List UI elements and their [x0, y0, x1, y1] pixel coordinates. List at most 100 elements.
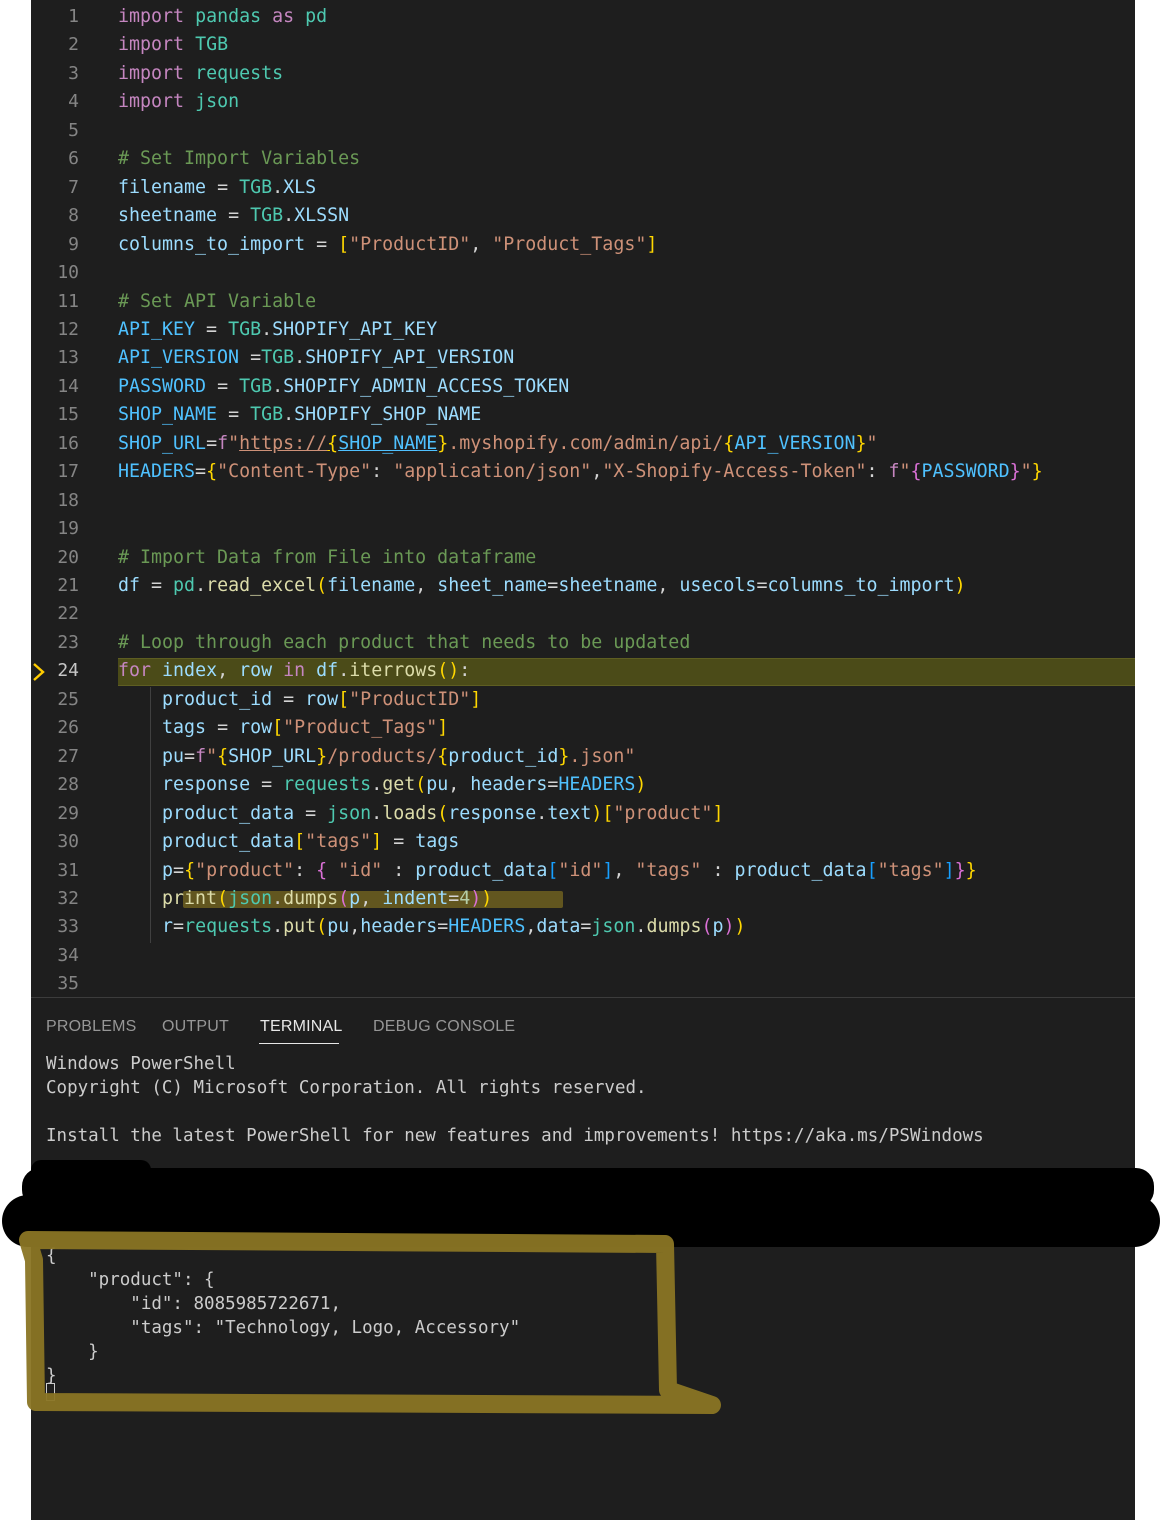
- code-token: product_data: [734, 859, 867, 881]
- code-token: }: [316, 745, 328, 767]
- code-token: sheetname: [118, 205, 218, 227]
- code-token: =: [756, 575, 768, 596]
- code-token: SHOP_URL: [228, 745, 317, 767]
- tab-problems[interactable]: PROBLEMS: [46, 1018, 137, 1036]
- code-token: ]: [602, 859, 614, 881]
- line-number: 35: [57, 973, 79, 995]
- code-token: ): [635, 774, 647, 796]
- code-text: sheetname = TGB.XLSSN: [118, 202, 349, 230]
- code-token: dumps: [646, 916, 702, 938]
- code-token: response: [162, 774, 251, 796]
- code-token: p: [712, 916, 724, 938]
- code-text: import json: [118, 88, 239, 116]
- code-token: (: [701, 916, 713, 938]
- code-token: [: [294, 831, 306, 853]
- code-token: {: [327, 432, 339, 454]
- code-token: (: [415, 774, 427, 796]
- code-line: 27 pu=f"{SHOP_URL}/products/{product_id}…: [31, 743, 1135, 771]
- code-token: =: [195, 461, 207, 483]
- code-text: pu=f"{SHOP_URL}/products/{product_id}.js…: [118, 743, 635, 771]
- code-line: 23 # Loop through each product that needs…: [31, 629, 1135, 657]
- code-token: API_VERSION: [734, 432, 856, 454]
- code-token: "id": [338, 859, 383, 881]
- code-text: product_data["tags"] = tags: [118, 828, 459, 856]
- code-token: TGB: [239, 375, 273, 397]
- code-token: }: [855, 432, 867, 454]
- code-token: =: [294, 802, 328, 824]
- code-text: # Import Data from File into dataframe: [118, 544, 536, 572]
- code-token: =: [206, 432, 218, 454]
- code-token: usecols: [679, 575, 757, 596]
- code-token: ": [1020, 461, 1032, 483]
- code-line: 24 for index, row in df.iterrows():: [31, 657, 1135, 685]
- code-token: pu: [327, 916, 350, 938]
- code-text: p={"product": { "id" : product_data["id"…: [118, 857, 977, 885]
- tab-output[interactable]: OUTPUT: [162, 1018, 229, 1036]
- code-token: /products/: [327, 745, 438, 767]
- code-token: [: [547, 859, 559, 881]
- code-token: :: [459, 660, 471, 682]
- code-text: # Loop through each product that needs t…: [118, 629, 690, 657]
- code-token: for: [118, 660, 152, 682]
- code-token: SHOPIFY_API_KEY: [272, 318, 438, 340]
- line-number: 27: [57, 745, 79, 767]
- code-token: =: [547, 575, 559, 596]
- code-token: in: [283, 660, 306, 682]
- code-token: ]: [371, 831, 383, 853]
- code-token: columns_to_import: [767, 575, 955, 596]
- code-line: 17 HEADERS={"Content-Type": "application/…: [31, 458, 1135, 486]
- code-token: "ProductID": [349, 233, 471, 255]
- code-token: .: [283, 404, 295, 426]
- code-token: f: [195, 745, 207, 767]
- code-text: r=requests.put(pu,headers=HEADERS,data=j…: [118, 913, 746, 941]
- code-token: =: [217, 404, 251, 426]
- code-line: 29 product_data = json.loads(response.te…: [31, 800, 1135, 828]
- code-text: API_KEY = TGB.SHOPIFY_API_KEY: [118, 316, 437, 344]
- code-token: put: [283, 916, 317, 938]
- code-token: sheet_name: [437, 575, 548, 596]
- code-token: ,: [448, 774, 471, 796]
- line-number: 18: [57, 489, 79, 511]
- code-token: .: [272, 375, 284, 397]
- code-token: (: [437, 802, 449, 824]
- code-line: 13 API_VERSION =TGB.SHOPIFY_API_VERSION: [31, 344, 1135, 372]
- code-text: # Set API Variable: [118, 288, 316, 316]
- code-token: .myshopify.com/admin/api/: [448, 432, 724, 454]
- terminal-line: Copyright (C) Microsoft Corporation. All…: [46, 1078, 647, 1098]
- code-token: =: [580, 916, 592, 938]
- code-token: =: [173, 859, 185, 881]
- code-token: TGB: [250, 404, 284, 426]
- code-token: .: [371, 774, 383, 796]
- tab-debug-console[interactable]: DEBUG CONSOLE: [373, 1018, 515, 1036]
- code-token: {: [437, 745, 449, 767]
- code-line: 2 import TGB: [31, 31, 1135, 59]
- code-token: {: [217, 745, 229, 767]
- code-token: headers: [470, 774, 548, 796]
- tab-terminal[interactable]: TERMINAL: [260, 1018, 343, 1036]
- code-token: API_VERSION: [118, 347, 240, 369]
- code-token: sheetname: [558, 575, 658, 596]
- code-token: SHOPIFY_SHOP_NAME: [294, 404, 482, 426]
- code-token: PASSWORD: [921, 461, 1010, 483]
- code-token: headers: [360, 916, 438, 938]
- terminal-line: Windows PowerShell: [46, 1054, 236, 1074]
- code-line: 18: [31, 487, 1135, 515]
- code-editor[interactable]: 1 import pandas as pd 2 import TGB 3 import r…: [31, 0, 1135, 997]
- code-token: ,: [591, 461, 603, 483]
- code-line: 14 PASSWORD = TGB.SHOPIFY_ADMIN_ACCESS_TO…: [31, 373, 1135, 401]
- code-token: SHOPIFY_API_VERSION: [305, 347, 515, 369]
- code-line: 28 response = requests.get(pu, headers=H…: [31, 771, 1135, 799]
- code-line: 8 sheetname = TGB.XLSSN: [31, 202, 1135, 230]
- code-text: import pandas as pd: [118, 3, 327, 31]
- code-token: .: [338, 660, 350, 682]
- code-token: "Product_Tags": [283, 717, 438, 739]
- code-token: XLS: [283, 176, 317, 198]
- code-text: for index, row in df.iterrows():: [118, 657, 470, 685]
